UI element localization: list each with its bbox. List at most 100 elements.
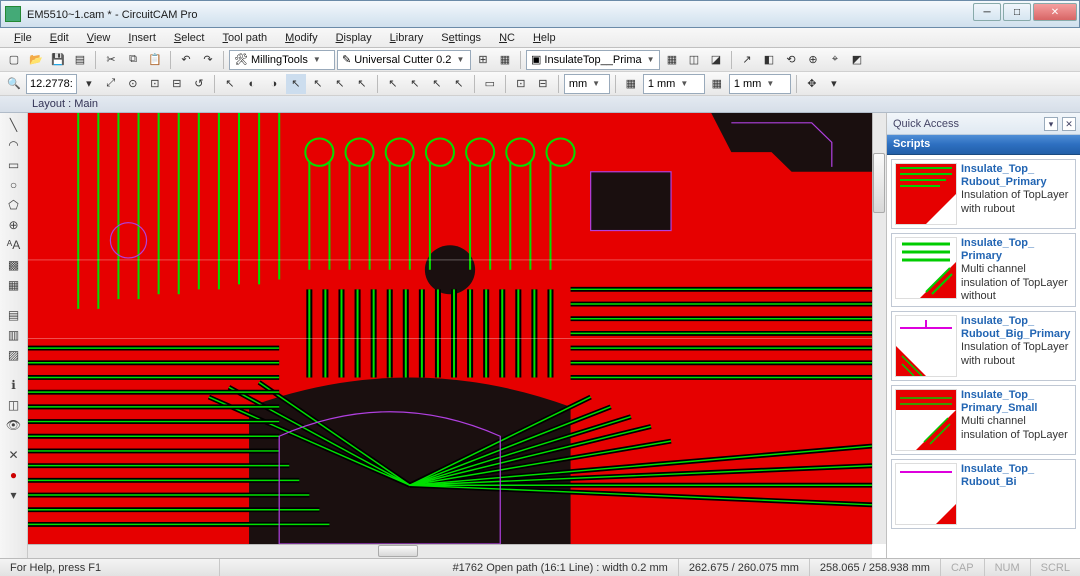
cut-button[interactable]: ✂: [101, 50, 121, 70]
cur-3[interactable]: ◑: [264, 74, 284, 94]
tool-6[interactable]: ↗: [737, 50, 757, 70]
sel-3[interactable]: ⊟: [533, 74, 553, 94]
ls-prop-icon[interactable]: ◫: [5, 397, 23, 413]
panel-pin-icon[interactable]: ▾: [1044, 117, 1058, 131]
insulate-combo[interactable]: ▣ InsulateTop__Prima ▼: [526, 50, 660, 70]
script-card[interactable]: Insulate_Top_Rubout_Big_PrimaryInsulatio…: [891, 311, 1076, 381]
menu-modify[interactable]: Modify: [277, 30, 325, 46]
cur-6[interactable]: ↖: [330, 74, 350, 94]
panel-close-icon[interactable]: ✕: [1062, 117, 1076, 131]
ls-layer3-icon[interactable]: ▨: [5, 347, 23, 363]
script-card[interactable]: Insulate_Top_Rubout_PrimaryInsulation of…: [891, 159, 1076, 229]
ls-rec-icon[interactable]: ●: [5, 467, 23, 483]
tool-3[interactable]: ▦: [662, 50, 682, 70]
ls-line-icon[interactable]: ╲: [5, 117, 23, 133]
layout-tab-label[interactable]: Layout : Main: [32, 98, 98, 110]
sel-1[interactable]: ▭: [480, 74, 500, 94]
new-button[interactable]: ▢: [4, 50, 24, 70]
ls-grid-icon[interactable]: ▦: [5, 277, 23, 293]
ls-info-icon[interactable]: ℹ: [5, 377, 23, 393]
zoom-icon[interactable]: 🔍: [4, 74, 24, 94]
minimize-button[interactable]: ─: [973, 3, 1001, 21]
menu-file[interactable]: File: [6, 30, 40, 46]
bt-a[interactable]: ⤢: [101, 74, 121, 94]
ls-arc-icon[interactable]: ◠: [5, 137, 23, 153]
cur-2[interactable]: ◐: [242, 74, 262, 94]
menu-select[interactable]: Select: [166, 30, 213, 46]
script-card[interactable]: Insulate_Top_Primary_SmallMulti channel …: [891, 385, 1076, 455]
tool-8[interactable]: ⟲: [781, 50, 801, 70]
menu-nc[interactable]: NC: [491, 30, 523, 46]
vscroll-thumb[interactable]: [873, 153, 885, 213]
tool-2[interactable]: ▦: [495, 50, 515, 70]
bt-d[interactable]: ⊟: [167, 74, 187, 94]
hscroll-thumb[interactable]: [378, 545, 418, 557]
bt-b[interactable]: ⊙: [123, 74, 143, 94]
cur-9[interactable]: ↖: [405, 74, 425, 94]
tool-4[interactable]: ◫: [684, 50, 704, 70]
cur-1[interactable]: ↖: [220, 74, 240, 94]
undo-button[interactable]: ↶: [176, 50, 196, 70]
pcb-canvas[interactable]: [28, 113, 872, 544]
maximize-button[interactable]: □: [1003, 3, 1031, 21]
ls-poly-icon[interactable]: ⬠: [5, 197, 23, 213]
cur-7[interactable]: ↖: [352, 74, 372, 94]
canvas-viewport[interactable]: [28, 113, 886, 558]
grid-icon-2[interactable]: ▦: [707, 74, 727, 94]
open-button[interactable]: 📂: [26, 50, 46, 70]
grid2-combo[interactable]: 1 mm ▼: [729, 74, 791, 94]
cur-8[interactable]: ↖: [383, 74, 403, 94]
snap-dd[interactable]: ▾: [824, 74, 844, 94]
close-button[interactable]: ✕: [1033, 3, 1077, 21]
milling-tools-combo[interactable]: 🛠 MillingTools ▼: [229, 50, 335, 70]
tool-1[interactable]: ⊞: [473, 50, 493, 70]
redo-button[interactable]: ↷: [198, 50, 218, 70]
snap-btn[interactable]: ✥: [802, 74, 822, 94]
bt-e[interactable]: ↺: [189, 74, 209, 94]
vertical-scrollbar[interactable]: [872, 113, 886, 544]
zoom-dd[interactable]: ▾: [79, 74, 99, 94]
tool-10[interactable]: ⌖: [825, 50, 845, 70]
paste-button[interactable]: 📋: [145, 50, 165, 70]
horizontal-scrollbar[interactable]: [28, 544, 872, 558]
ls-x-icon[interactable]: ✕: [5, 447, 23, 463]
save-button[interactable]: 💾: [48, 50, 68, 70]
ls-text-icon[interactable]: ᴬA: [5, 237, 23, 253]
saveas-button[interactable]: ▤: [70, 50, 90, 70]
menu-insert[interactable]: Insert: [120, 30, 164, 46]
copy-button[interactable]: ⧉: [123, 50, 143, 70]
menu-view[interactable]: View: [79, 30, 119, 46]
tool-5[interactable]: ◪: [706, 50, 726, 70]
menu-edit[interactable]: Edit: [42, 30, 77, 46]
sel-2[interactable]: ⊡: [511, 74, 531, 94]
grid-icon-1[interactable]: ▦: [621, 74, 641, 94]
cur-11[interactable]: ↖: [449, 74, 469, 94]
script-card[interactable]: Insulate_Top_PrimaryMulti channel insula…: [891, 233, 1076, 307]
scripts-section-header[interactable]: Scripts: [887, 135, 1080, 155]
tool-7[interactable]: ◧: [759, 50, 779, 70]
cutter-combo[interactable]: ✎ Universal Cutter 0.2 ▼: [337, 50, 471, 70]
ls-eye-icon[interactable]: 👁: [5, 417, 23, 433]
cur-5[interactable]: ↖: [308, 74, 328, 94]
cur-10[interactable]: ↖: [427, 74, 447, 94]
menu-settings[interactable]: Settings: [433, 30, 489, 46]
ls-layer2-icon[interactable]: ▥: [5, 327, 23, 343]
ls-rect-icon[interactable]: ▭: [5, 157, 23, 173]
zoom-value[interactable]: 12.2778:: [26, 74, 77, 94]
ls-pattern-icon[interactable]: ▩: [5, 257, 23, 273]
tool-9[interactable]: ⊕: [803, 50, 823, 70]
ls-layer-icon[interactable]: ▤: [5, 307, 23, 323]
grid1-combo[interactable]: 1 mm ▼: [643, 74, 705, 94]
ls-dd-icon[interactable]: ▾: [5, 487, 23, 503]
cur-4[interactable]: ↖: [286, 74, 306, 94]
menu-library[interactable]: Library: [382, 30, 432, 46]
ls-target-icon[interactable]: ⊕: [5, 217, 23, 233]
script-card[interactable]: Insulate_Top_Rubout_Bi: [891, 459, 1076, 529]
menu-display[interactable]: Display: [328, 30, 380, 46]
bt-c[interactable]: ⊡: [145, 74, 165, 94]
ls-circle-icon[interactable]: ○: [5, 177, 23, 193]
menu-toolpath[interactable]: Tool path: [215, 30, 276, 46]
tool-11[interactable]: ◩: [847, 50, 867, 70]
unit-combo[interactable]: mm ▼: [564, 74, 610, 94]
menu-help[interactable]: Help: [525, 30, 564, 46]
